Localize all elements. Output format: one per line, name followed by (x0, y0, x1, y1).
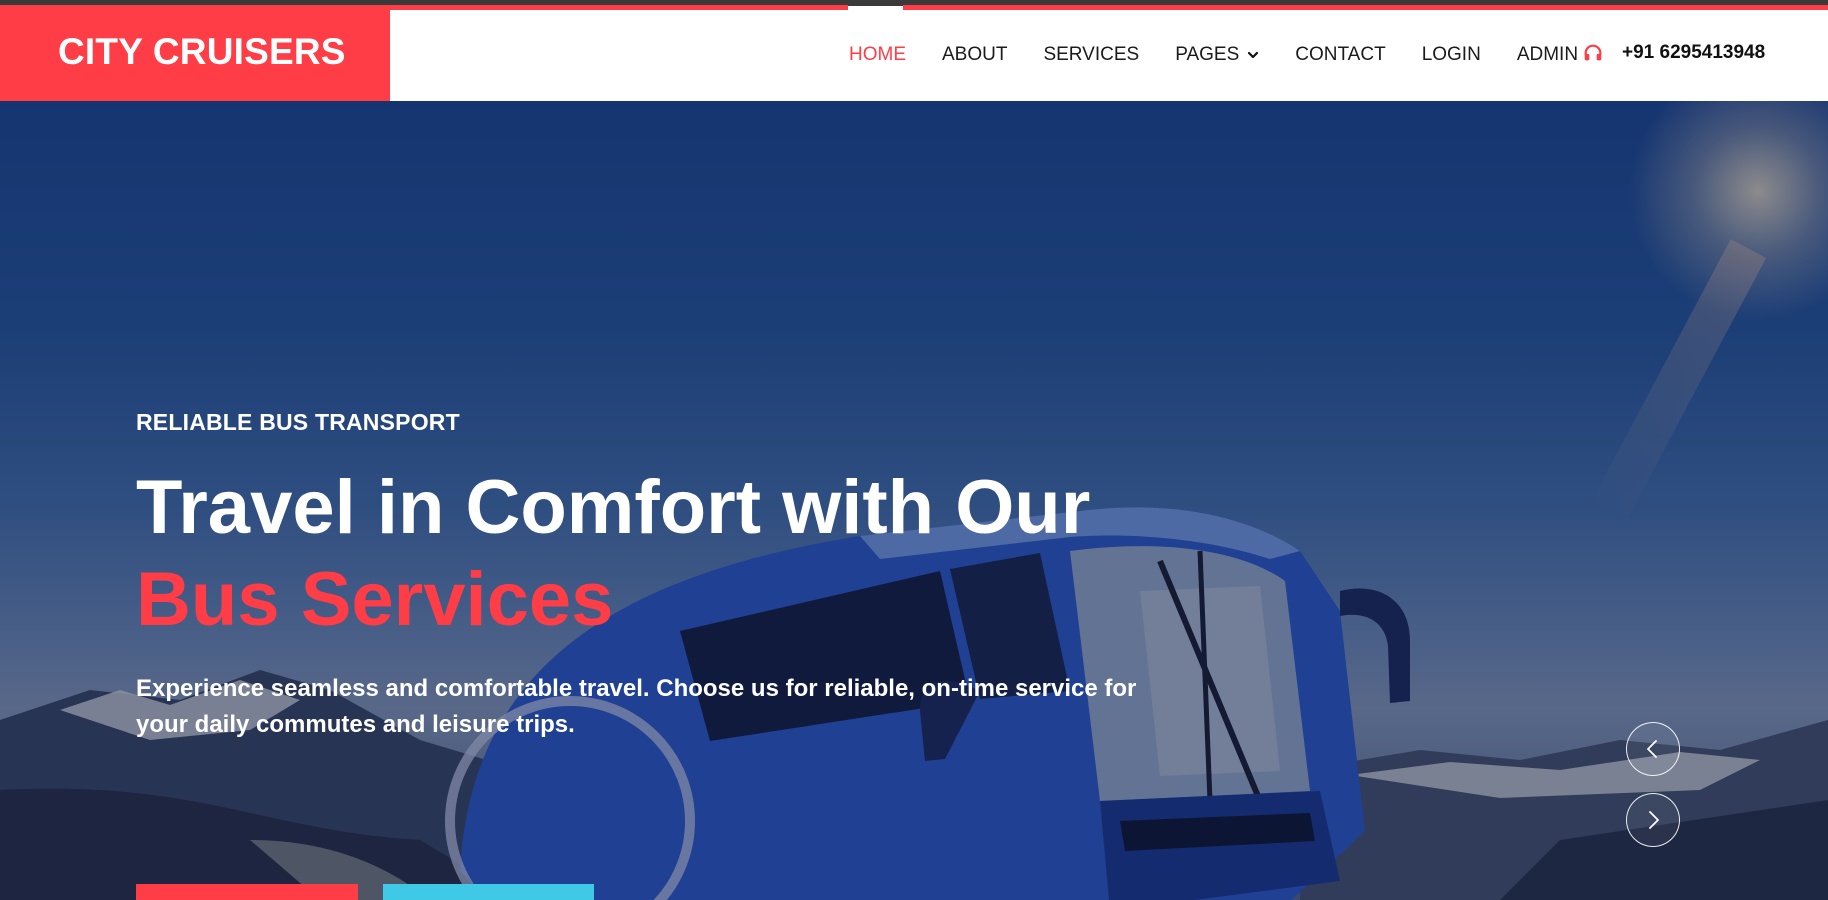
phone-contact[interactable]: +91 6295413948 (1582, 38, 1765, 68)
chevron-left-icon (1647, 740, 1657, 758)
nav-item-label: ABOUT (942, 44, 1008, 65)
header-accent-line (390, 5, 848, 10)
nav-item-label: ADMIN (1516, 44, 1579, 65)
chevron-right-icon (1649, 811, 1659, 829)
brand-name: CITY CRUISERS (58, 31, 346, 72)
nav-item-home[interactable]: HOME (849, 44, 906, 66)
nav-item-about[interactable]: ABOUT (942, 44, 1007, 66)
carousel-prev-button[interactable] (1626, 722, 1680, 776)
primary-cta-button[interactable] (136, 884, 358, 900)
brand-logo[interactable]: CITY CRUISERS (0, 5, 390, 101)
nav-item-admin[interactable]: ADMIN (1517, 44, 1578, 66)
carousel-next-button[interactable] (1626, 793, 1680, 847)
nav-item-label: HOME (849, 44, 906, 65)
hero-headline: Travel in Comfort with Our (136, 465, 1091, 550)
nav-item-contact[interactable]: CONTACT (1295, 44, 1385, 66)
headset-icon (1584, 44, 1602, 61)
secondary-cta-button[interactable] (383, 884, 594, 900)
header-accent-line (903, 5, 1828, 10)
main-nav: HOME ABOUT SERVICES PAGES CONTACT LOGIN … (849, 40, 1614, 70)
hero-banner: RELIABLE BUS TRANSPORT Travel in Comfort… (0, 101, 1828, 900)
nav-item-label: LOGIN (1421, 44, 1481, 65)
hero-headline-accent: Bus Services (136, 557, 614, 642)
nav-item-label: PAGES (1175, 44, 1240, 65)
nav-item-label: SERVICES (1043, 44, 1140, 65)
site-header: CITY CRUISERS HOME ABOUT SERVICES PAGES … (0, 0, 1828, 101)
nav-item-label: CONTACT (1295, 44, 1386, 65)
hero-eyebrow: RELIABLE BUS TRANSPORT (136, 409, 460, 435)
nav-item-pages[interactable]: PAGES (1175, 44, 1259, 66)
nav-item-services[interactable]: SERVICES (1043, 44, 1139, 66)
chevron-down-icon (1248, 51, 1259, 59)
hero-description: Experience seamless and comfortable trav… (136, 675, 1137, 738)
nav-item-login[interactable]: LOGIN (1422, 44, 1481, 66)
phone-number: +91 6295413948 (1622, 42, 1766, 63)
